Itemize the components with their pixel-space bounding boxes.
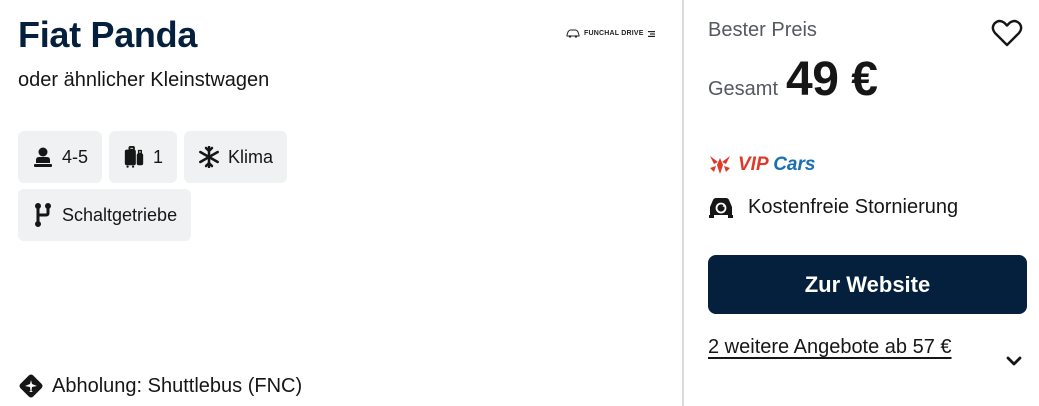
person-seat-icon (32, 146, 54, 168)
supplier-logo-text: FUNCHAL DRIVE (584, 30, 644, 37)
pickup-label: Abholung: Shuttlebus (FNC) (52, 374, 303, 397)
best-price-label: Bester Preis (708, 19, 817, 41)
snowflake-icon (198, 146, 220, 168)
chevron-down-icon[interactable] (1003, 350, 1025, 372)
go-to-website-button[interactable]: Zur Website (708, 255, 1027, 314)
feature-chip-transmission: Schaltgetriebe (18, 189, 192, 241)
car-title: Fiat Panda (18, 14, 198, 55)
supplier-logo: FUNCHAL DRIVE (566, 29, 655, 38)
price-value: 49 € (786, 53, 878, 106)
plane-pin-icon (19, 374, 43, 398)
pickup-info: Abholung: Shuttlebus (FNC) (18, 373, 302, 399)
gearshift-icon (32, 203, 54, 227)
feature-chip-seats: 4-5 (18, 131, 103, 183)
feature-chip-luggage: 1 (109, 131, 178, 183)
car-offer-card: Fiat Panda oder ähnlicher Kleinstwagen F… (0, 0, 1039, 406)
provider-name: VIP Cars (738, 154, 816, 175)
total-price-row: Gesamt 49 € (708, 52, 878, 107)
cancellation-info: Kostenfreie Stornierung (708, 195, 958, 219)
total-label: Gesamt (708, 78, 779, 100)
feature-chip-label: Schaltgetriebe (62, 204, 178, 225)
car-refresh-icon (709, 198, 733, 218)
price-panel: Bester Preis Gesamt 49 € VIP Cars Kosten… (684, 0, 1039, 406)
cancellation-label: Kostenfreie Stornierung (748, 195, 959, 218)
feature-chip-label: 4-5 (62, 146, 89, 167)
feature-chip-aircon: Klima (184, 131, 288, 183)
car-details-panel: Fiat Panda oder ähnlicher Kleinstwagen F… (0, 0, 682, 406)
more-offers-link[interactable]: 2 weitere Angebote ab 57 € (708, 330, 978, 365)
vip-cars-logo-icon (710, 156, 730, 174)
feature-chip-label: 1 (153, 146, 164, 167)
road-lines-icon (647, 30, 655, 37)
car-logo-icon (566, 29, 580, 38)
feature-chips: 4-5 1 Klima Schaltgetriebe (18, 131, 338, 247)
provider-logo: VIP Cars (708, 154, 815, 176)
feature-chip-label: Klima (228, 146, 274, 167)
favorite-heart-icon[interactable] (990, 16, 1024, 50)
car-subtitle: oder ähnlicher Kleinstwagen (18, 69, 270, 91)
luggage-icon (123, 146, 145, 168)
